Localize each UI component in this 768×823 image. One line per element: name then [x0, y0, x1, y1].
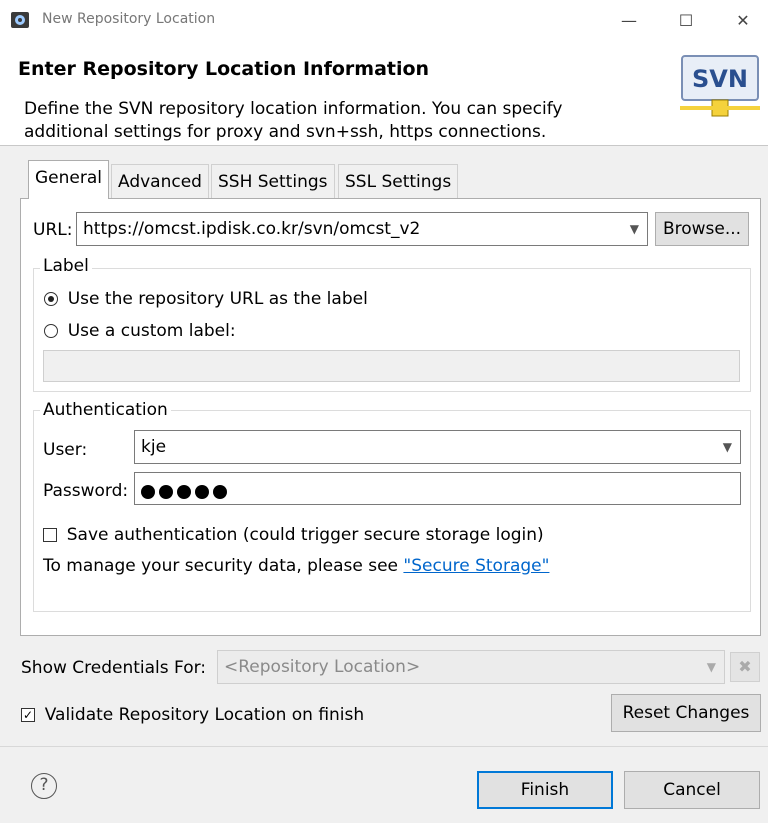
page-title: Enter Repository Location Information — [18, 58, 430, 80]
tab-advanced[interactable]: Advanced — [111, 164, 209, 199]
tab-general-label: General — [35, 168, 102, 188]
password-dot — [159, 485, 173, 499]
tab-ssl-settings[interactable]: SSL Settings — [338, 164, 459, 199]
delete-credentials-icon[interactable]: ✖ — [730, 652, 760, 682]
secure-storage-link[interactable]: "Secure Storage" — [403, 556, 549, 576]
show-credentials-label: Show Credentials For: — [21, 658, 207, 678]
password-mask — [141, 481, 231, 502]
custom-label-input[interactable] — [43, 350, 740, 382]
reset-changes-button[interactable]: Reset Changes — [611, 694, 761, 732]
minimize-button[interactable]: — — [606, 6, 652, 36]
password-dot — [213, 485, 227, 499]
tab-ssh-label: SSH Settings — [218, 172, 328, 192]
cancel-button[interactable]: Cancel — [624, 771, 760, 809]
tab-ssl-label: SSL Settings — [345, 172, 452, 192]
url-label: URL: — [33, 220, 73, 240]
tab-advanced-label: Advanced — [118, 172, 202, 192]
browse-button[interactable]: Browse... — [655, 212, 749, 246]
authentication-group-title: Authentication — [40, 400, 171, 420]
save-authentication-checkbox[interactable]: Save authentication (could trigger secur… — [43, 524, 544, 545]
tab-general[interactable]: General — [28, 160, 109, 199]
chevron-down-icon: ▼ — [706, 660, 716, 674]
url-combo[interactable]: https://omcst.ipdisk.co.kr/svn/omcst_v2 … — [76, 212, 648, 246]
security-note: To manage your security data, please see… — [43, 556, 549, 576]
chevron-down-icon: ▼ — [722, 440, 732, 454]
app-icon — [10, 10, 30, 30]
window-title: New Repository Location — [42, 11, 216, 27]
finish-button[interactable]: Finish — [477, 771, 613, 809]
user-combo[interactable]: kje ▼ — [134, 430, 741, 464]
checkbox-checked-icon[interactable]: ✓ — [21, 708, 35, 722]
description-line-2: additional settings for proxy and svn+ss… — [24, 122, 547, 142]
svn-logo: SVN — [680, 54, 760, 126]
radio-selected-icon[interactable] — [44, 292, 58, 306]
header-separator — [0, 145, 768, 146]
url-value: https://omcst.ipdisk.co.kr/svn/omcst_v2 — [83, 219, 421, 239]
password-dot — [177, 485, 191, 499]
radio-unselected-icon[interactable] — [44, 324, 58, 338]
tab-ssh-settings[interactable]: SSH Settings — [211, 164, 335, 199]
chevron-down-icon: ▼ — [629, 222, 639, 236]
label-group-title: Label — [40, 256, 92, 276]
password-label: Password: — [43, 481, 129, 501]
footer-separator — [0, 746, 768, 747]
radio-use-custom-label[interactable]: Use a custom label: — [44, 320, 236, 341]
svn-logo-text: SVN — [692, 65, 748, 93]
security-note-text: To manage your security data, please see — [43, 556, 404, 576]
page-description: Define the SVN repository location infor… — [24, 98, 644, 144]
password-field[interactable] — [134, 472, 741, 505]
validate-label: Validate Repository Location on finish — [44, 705, 365, 725]
password-dot — [195, 485, 209, 499]
radio-use-custom-label-text: Use a custom label: — [67, 321, 236, 341]
maximize-button[interactable]: ☐ — [663, 6, 709, 36]
close-button[interactable]: ✕ — [720, 6, 766, 36]
user-value: kje — [141, 437, 167, 457]
validate-checkbox[interactable]: ✓ Validate Repository Location on finish — [21, 704, 364, 725]
credentials-combo[interactable]: <Repository Location> ▼ — [217, 650, 725, 684]
user-label: User: — [43, 440, 88, 460]
credentials-value: <Repository Location> — [224, 657, 421, 677]
help-icon[interactable]: ? — [31, 773, 57, 799]
checkbox-unchecked-icon[interactable] — [43, 528, 57, 542]
save-authentication-label: Save authentication (could trigger secur… — [66, 525, 544, 545]
description-line-1: Define the SVN repository location infor… — [24, 99, 563, 119]
password-dot — [141, 485, 155, 499]
radio-use-repo-url-label: Use the repository URL as the label — [67, 289, 368, 309]
radio-use-repo-url[interactable]: Use the repository URL as the label — [44, 288, 368, 309]
